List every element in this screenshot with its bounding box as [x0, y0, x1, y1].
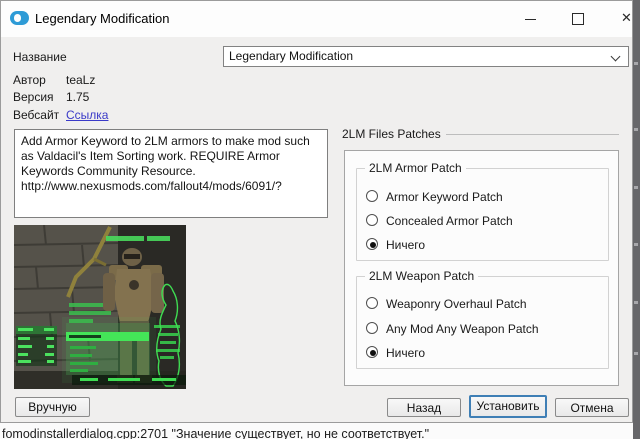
radio-label: Weaponry Overhaul Patch [386, 297, 527, 311]
armor-patch-group: 2LM Armor Patch Armor Keyword Patch Conc… [356, 168, 609, 261]
minimize-icon[interactable] [513, 5, 547, 31]
mod-name-combobox[interactable]: Legendary Modification [223, 46, 629, 67]
window-title: Legendary Modification [35, 11, 169, 26]
radio-icon[interactable] [366, 322, 378, 334]
radio-label: Ничего [386, 238, 425, 252]
radio-icon[interactable] [366, 238, 378, 250]
background-window-strip [633, 0, 640, 439]
website-link[interactable]: Ссылка [66, 108, 108, 122]
titlebar: Legendary Modification [1, 1, 632, 37]
install-button[interactable]: Установить [469, 395, 547, 418]
patches-scroll-area: 2LM Armor Patch Armor Keyword Patch Conc… [344, 150, 619, 386]
radio-icon[interactable] [366, 346, 378, 358]
author-label: Автор [13, 73, 46, 87]
manual-button[interactable]: Вручную [15, 397, 90, 417]
app-icon [10, 11, 29, 25]
fomod-installer-dialog: Legendary Modification Название Legendar… [0, 0, 633, 423]
website-label: Вебсайт [13, 108, 59, 122]
close-icon[interactable] [610, 5, 640, 31]
chevron-down-icon [611, 52, 621, 62]
radio-icon[interactable] [366, 190, 378, 202]
maximize-icon[interactable] [560, 5, 594, 31]
name-label: Название [13, 50, 67, 64]
radio-label: Ничего [386, 346, 425, 360]
mod-screenshot-image [14, 225, 186, 389]
version-label: Версия [13, 90, 54, 104]
radio-label: Concealed Armor Patch [386, 214, 513, 228]
fallout-screenshot-art [14, 225, 186, 389]
radio-label: Armor Keyword Patch [386, 190, 503, 204]
cancel-button[interactable]: Отмена [555, 398, 629, 417]
background-log-area: fomodinstallerdialog.cpp:2701 "Значение … [0, 423, 633, 439]
radio-icon[interactable] [366, 297, 378, 309]
back-button[interactable]: Назад [387, 398, 461, 417]
radio-icon[interactable] [366, 214, 378, 226]
radio-label: Any Mod Any Weapon Patch [386, 322, 539, 336]
weapon-patch-group-title: 2LM Weapon Patch [365, 269, 478, 283]
version-value: 1.75 [66, 90, 89, 104]
mod-name-value: Legendary Modification [229, 49, 353, 63]
mod-description-box[interactable]: Add Armor Keyword to 2LM armors to make … [14, 129, 328, 218]
patches-panel-title: 2LM Files Patches [342, 127, 446, 141]
debug-log-line: fomodinstallerdialog.cpp:2701 "Значение … [2, 427, 429, 439]
author-value: teaLz [66, 73, 95, 87]
weapon-patch-group: 2LM Weapon Patch Weaponry Overhaul Patch… [356, 276, 609, 369]
armor-patch-group-title: 2LM Armor Patch [365, 161, 466, 175]
